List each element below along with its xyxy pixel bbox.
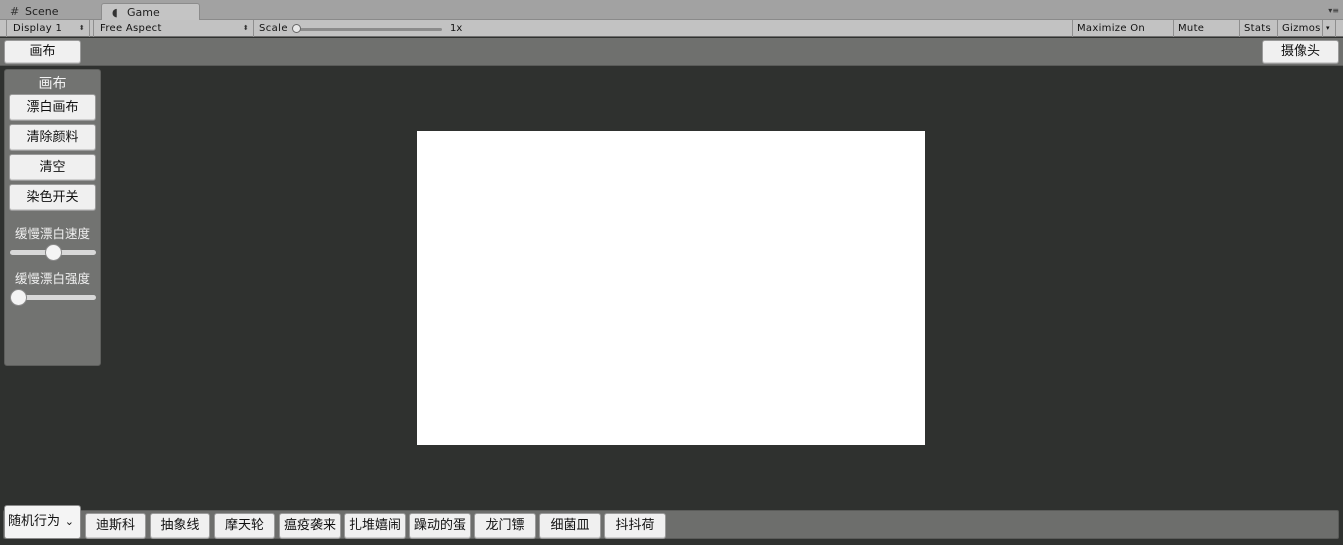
tab-game[interactable]: ◖ Game (101, 3, 200, 21)
game-toolbar: Display 1 ⬍ Free Aspect ⬍ Scale 1x Maxim… (0, 20, 1343, 51)
pacman-icon: ◖ (112, 6, 118, 19)
scale-label: Scale (259, 23, 288, 34)
scale-slider-thumb[interactable] (292, 24, 301, 33)
bleach-strength-slider-thumb[interactable] (10, 289, 27, 306)
aspect-value: Free Aspect (100, 23, 162, 34)
gizmos-dropdown-icon[interactable]: ▾ (1322, 20, 1336, 37)
clear-paint-button[interactable]: 清除颜料 (9, 124, 96, 151)
maximize-on-play-toggle[interactable]: Maximize On Play (1072, 20, 1172, 51)
tab-menu-icon[interactable]: ▾≡ (1328, 6, 1339, 15)
scale-slider-track[interactable] (296, 28, 442, 31)
random-behavior-dropdown[interactable]: 随机行为 ⌄ (4, 505, 81, 539)
bleach-speed-slider-thumb[interactable] (44, 244, 62, 261)
mute-audio-toggle[interactable]: Mute Audio (1173, 20, 1238, 51)
game-top-bar (0, 38, 1343, 66)
grid-icon: # (10, 5, 20, 18)
editor-tab-strip: # Scene ◖ Game ▾≡ (0, 0, 1343, 21)
updown-arrow-icon: ⬍ (78, 24, 85, 32)
updown-arrow-icon: ⬍ (242, 24, 249, 32)
random-behavior-value: 随机行为 (8, 514, 61, 529)
behavior-button-disco[interactable]: 迪斯科 (85, 513, 146, 539)
behavior-button-crowd-play[interactable]: 扎堆嬉闹 (344, 513, 406, 539)
paint-canvas[interactable] (417, 131, 925, 445)
bleach-speed-label: 缓慢漂白速度 (14, 226, 90, 241)
behavior-button-restless-egg[interactable]: 躁动的蛋 (409, 513, 471, 539)
behavior-button-petri-dish[interactable]: 细菌皿 (539, 513, 601, 539)
behavior-button-plague[interactable]: 瘟疫袭来 (279, 513, 341, 539)
display-value: Display 1 (13, 23, 63, 34)
stats-toggle[interactable]: Stats (1239, 20, 1276, 37)
canvas-panel: 画布 漂白画布 清除颜料 清空 染色开关 缓慢漂白速度 缓慢漂白强度 (4, 69, 101, 366)
camera-button[interactable]: 摄像头 (1262, 40, 1339, 64)
aspect-dropdown[interactable]: Free Aspect ⬍ (93, 20, 254, 37)
tab-game-label: Game (127, 6, 160, 19)
tab-scene-label: Scene (25, 5, 59, 18)
behavior-button-ferris-wheel[interactable]: 摩天轮 (214, 513, 275, 539)
bleach-canvas-button[interactable]: 漂白画布 (9, 94, 96, 121)
display-dropdown[interactable]: Display 1 ⬍ (6, 20, 90, 37)
behavior-button-shake[interactable]: 抖抖荷 (604, 513, 666, 539)
scale-value: 1x (450, 23, 463, 34)
tab-scene[interactable]: # Scene (0, 3, 100, 20)
behavior-button-abstract-lines[interactable]: 抽象线 (150, 513, 210, 539)
dye-toggle-button[interactable]: 染色开关 (9, 184, 96, 211)
unity-game-view: # Scene ◖ Game ▾≡ Display 1 ⬍ Free Aspect … (0, 0, 1343, 545)
gizmos-toggle[interactable]: Gizmos (1277, 20, 1323, 37)
clear-all-button[interactable]: 清空 (9, 154, 96, 181)
bleach-strength-label: 缓慢漂白强度 (14, 271, 90, 286)
behavior-button-dragon-dart[interactable]: 龙门镖 (474, 513, 536, 539)
panel-title: 画布 (38, 76, 67, 92)
chevron-down-icon: ⌄ (64, 515, 74, 528)
canvas-toggle-button[interactable]: 画布 (4, 40, 81, 64)
